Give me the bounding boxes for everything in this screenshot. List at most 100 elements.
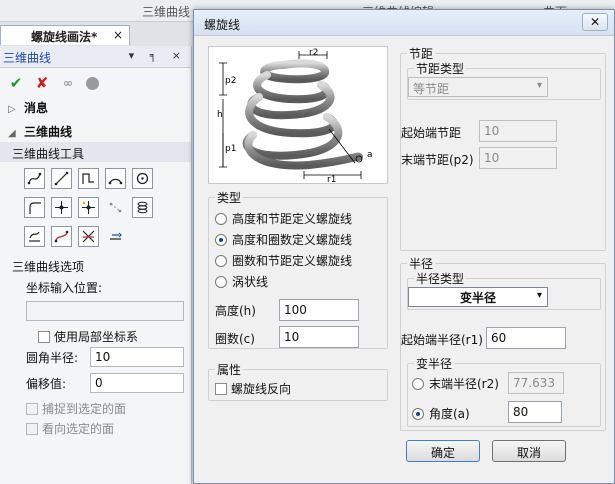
radio-button[interactable] xyxy=(215,276,227,288)
chevron-down-icon: ▾ xyxy=(536,290,542,301)
end-radius-option[interactable]: 末端半径(r2) xyxy=(412,375,499,391)
preview-label-r2: r2 xyxy=(309,48,318,58)
checkbox-label: 捕捉到选定的面 xyxy=(42,402,127,416)
end-radius-input[interactable]: 77.633 xyxy=(508,372,564,394)
tools-group-label: 三维曲线工具 xyxy=(0,142,191,162)
line-tool-icon[interactable] xyxy=(51,168,72,189)
attribute-group-title: 属性 xyxy=(215,361,244,378)
checkbox-box[interactable] xyxy=(215,383,227,395)
ok-button[interactable]: 确定 xyxy=(406,440,480,462)
angle-option[interactable]: 角度(a) xyxy=(412,405,470,421)
panel-window-controls[interactable]: ▾ ╕ × xyxy=(129,49,187,62)
radio-button[interactable] xyxy=(215,234,227,246)
radio-button[interactable] xyxy=(412,408,424,420)
options-group-label: 三维曲线选项 xyxy=(12,260,85,274)
confirm-check-icon[interactable]: ✔ xyxy=(8,74,24,92)
document-tab-title: 螺旋线画法* xyxy=(31,30,98,44)
bridge-curve-tool-icon[interactable] xyxy=(51,226,72,247)
cancel-x-icon[interactable]: ✘ xyxy=(34,74,50,92)
panel-actions: ✔ ✘ ∞ xyxy=(0,68,191,94)
pitch-type-select[interactable]: 等节距 ▾ xyxy=(408,77,548,97)
fillet-radius-label: 圆角半径: xyxy=(26,351,79,365)
fillet-radius-row: 圆角半径: 10 xyxy=(0,345,191,371)
close-icon[interactable]: × xyxy=(113,28,123,42)
preview-label-r1: r1 xyxy=(327,175,336,183)
preview-glasses-icon[interactable]: ∞ xyxy=(60,75,76,91)
look-face-checkbox[interactable]: 看向选定的面 xyxy=(0,417,191,437)
angle-input[interactable]: 80 xyxy=(508,401,562,423)
radio-button[interactable] xyxy=(412,378,424,390)
helix-diagram: r2 p2 h p1 a r1 xyxy=(217,48,373,185)
offset-input[interactable]: 0 xyxy=(90,373,184,393)
radio-label: 高度和圈数定义螺旋线 xyxy=(232,233,353,247)
checkbox-label: 使用局部坐标系 xyxy=(54,330,139,344)
height-label: 高度(h) xyxy=(215,304,256,318)
ribbon-tab-3d-curve[interactable]: 三维曲线 xyxy=(142,3,190,20)
panel-title: 三维曲线 xyxy=(3,51,52,65)
trim-curve-tool-icon[interactable] xyxy=(78,226,99,247)
curve-on-surface-tool-icon[interactable] xyxy=(24,226,45,247)
reverse-helix-checkbox[interactable]: 螺旋线反向 xyxy=(215,380,291,396)
type-option-height-pitch[interactable]: 高度和节距定义螺旋线 xyxy=(215,210,352,226)
coord-input-label: 坐标输入位置: xyxy=(26,281,103,295)
arc-tool-icon[interactable] xyxy=(105,168,126,189)
select-value: 等节距 xyxy=(413,82,450,96)
section-label: 三维曲线 xyxy=(24,125,73,139)
radio-label: 涡状线 xyxy=(232,275,269,289)
radius-type-select[interactable]: 变半径 ▾ xyxy=(408,287,548,307)
preview-label-p2: p2 xyxy=(225,76,236,86)
extend-curve-tool-icon[interactable] xyxy=(105,226,126,247)
end-pitch-label: 末端节距(p2) xyxy=(401,153,474,167)
pitch-type-group-title: 节距类型 xyxy=(414,60,467,77)
section-messages[interactable]: ▷ 消息 xyxy=(0,94,191,118)
spline-tool-icon[interactable] xyxy=(24,168,45,189)
snap-face-checkbox[interactable]: 捕捉到选定的面 xyxy=(0,397,191,417)
close-icon[interactable]: ✕ xyxy=(582,13,608,31)
tool-grid xyxy=(0,162,191,247)
polyline-tool-icon[interactable] xyxy=(78,168,99,189)
property-panel: 三维曲线 ▾ ╕ × ✔ ✘ ∞ ▷ 消息 ◢ 三维曲线 三维曲线工具 三维曲线… xyxy=(0,46,192,484)
type-option-spiral[interactable]: 涡状线 xyxy=(215,273,268,289)
radio-label: 高度和节距定义螺旋线 xyxy=(232,212,353,226)
turns-label: 圈数(c) xyxy=(215,332,255,346)
start-radius-input[interactable]: 60 xyxy=(486,327,566,349)
intersection-point-tool-icon[interactable] xyxy=(78,197,99,218)
section-3d-curve[interactable]: ◢ 三维曲线 xyxy=(0,118,191,142)
checkbox-box[interactable] xyxy=(38,331,50,343)
start-pitch-input[interactable]: 10 xyxy=(479,120,557,142)
radio-button[interactable] xyxy=(215,213,227,225)
fillet-radius-input[interactable]: 10 xyxy=(90,347,184,367)
checkbox-box[interactable] xyxy=(26,423,38,435)
connect-tool-icon[interactable] xyxy=(105,197,126,218)
helix-preview-image: r2 p2 h p1 a r1 xyxy=(208,46,388,185)
status-dot-icon[interactable] xyxy=(86,76,99,90)
preview-label-p1: p1 xyxy=(225,144,236,154)
type-option-height-turns[interactable]: 高度和圈数定义螺旋线 xyxy=(215,231,352,247)
expand-arrow-icon: ▷ xyxy=(8,104,16,115)
end-pitch-input[interactable]: 10 xyxy=(479,147,557,169)
offset-label: 偏移值: xyxy=(26,377,67,391)
document-tab[interactable]: 螺旋线画法* × xyxy=(0,25,130,45)
cancel-button[interactable]: 取消 xyxy=(492,440,566,462)
checkbox-label: 螺旋线反向 xyxy=(231,382,292,396)
radius-type-groupbox: 半径类型 变半径 ▾ xyxy=(407,270,601,310)
fillet-tool-icon[interactable] xyxy=(24,197,45,218)
type-option-turns-pitch[interactable]: 圈数和节距定义螺旋线 xyxy=(215,252,352,268)
var-radius-group-title: 变半径 xyxy=(414,355,455,372)
radio-button[interactable] xyxy=(215,255,227,267)
radio-label: 角度(a) xyxy=(429,407,470,421)
use-local-coord-checkbox[interactable]: 使用局部坐标系 xyxy=(0,325,191,345)
checkbox-box[interactable] xyxy=(26,403,38,415)
start-pitch-label: 起始端节距 xyxy=(401,126,462,140)
circle-tool-icon[interactable] xyxy=(132,168,153,189)
helix-tool-icon[interactable] xyxy=(132,197,153,218)
attribute-groupbox: 属性 螺旋线反向 xyxy=(208,361,388,401)
point-tool-icon[interactable] xyxy=(51,197,72,218)
coord-input-field[interactable] xyxy=(26,301,184,321)
turns-input[interactable]: 10 xyxy=(279,326,359,348)
radius-type-group-title: 半径类型 xyxy=(414,270,467,287)
pitch-groupbox: 节距 节距类型 等节距 ▾ 起始端节距 10 末端节距(p2) 10 xyxy=(400,45,606,251)
radio-label: 末端半径(r2) xyxy=(429,377,499,391)
height-input[interactable]: 100 xyxy=(279,299,359,321)
radio-label: 圈数和节距定义螺旋线 xyxy=(232,254,353,268)
